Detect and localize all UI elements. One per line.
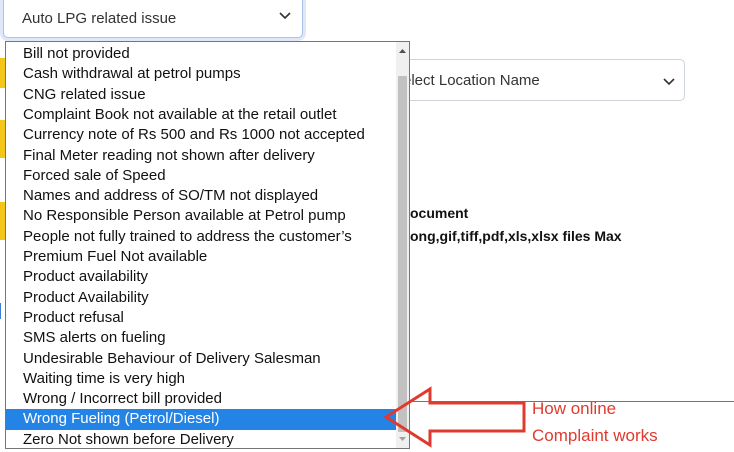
- complaint-type-value: Auto LPG related issue: [22, 10, 177, 27]
- dropdown-option[interactable]: SMS alerts on fueling: [6, 328, 396, 348]
- complaint-type-dropdown[interactable]: Bill not provided Cash withdrawal at petr…: [5, 41, 410, 449]
- annotation-line-2: Complaint works: [532, 426, 658, 445]
- dropdown-option[interactable]: CNG related issue: [6, 85, 396, 105]
- location-select-value: elect Location Name: [403, 72, 540, 89]
- complaint-form-page: Auto LPG related issue elect Location Na…: [0, 0, 734, 452]
- dropdown-option[interactable]: Product availability: [6, 267, 396, 287]
- dropdown-option[interactable]: Bill not provided: [6, 44, 396, 64]
- file-type-hint: ong,gif,tiff,pdf,xls,xlsx files Max: [410, 228, 622, 244]
- complaint-type-select[interactable]: Auto LPG related issue: [3, 0, 303, 38]
- document-label: ocument: [410, 205, 469, 221]
- left-rule: [0, 303, 1, 319]
- dropdown-option[interactable]: Complaint Book not available at the reta…: [6, 105, 396, 125]
- dropdown-option[interactable]: Undesirable Behaviour of Delivery Salesm…: [6, 349, 396, 369]
- chevron-down-icon: [279, 12, 291, 20]
- dropdown-option[interactable]: No Responsible Person available at Petro…: [6, 206, 396, 226]
- dropdown-option[interactable]: Final Meter reading not shown after deli…: [6, 146, 396, 166]
- dropdown-option[interactable]: Forced sale of Speed: [6, 166, 396, 186]
- scroll-up-icon[interactable]: [396, 44, 409, 58]
- dropdown-option[interactable]: People not fully trained to address the …: [6, 227, 396, 247]
- annotation-line-1: How online: [532, 399, 617, 418]
- chevron-down-icon: [663, 78, 675, 86]
- dropdown-option[interactable]: Product Availability: [6, 288, 396, 308]
- dropdown-option-selected[interactable]: Wrong Fueling (Petrol/Diesel): [6, 409, 396, 430]
- dropdown-option[interactable]: Waiting time is very high: [6, 369, 396, 389]
- dropdown-option[interactable]: Product refusal: [6, 308, 396, 328]
- dropdown-option[interactable]: Wrong / Incorrect bill provided: [6, 389, 396, 409]
- dropdown-option[interactable]: Premium Fuel Not available: [6, 247, 396, 267]
- dropdown-option[interactable]: Zero Not shown before Delivery: [6, 430, 396, 448]
- dropdown-option[interactable]: Names and address of SO/TM not displayed: [6, 186, 396, 206]
- location-select[interactable]: elect Location Name: [400, 59, 685, 101]
- dropdown-option[interactable]: Cash withdrawal at petrol pumps: [6, 64, 396, 84]
- scroll-thumb[interactable]: [398, 76, 407, 432]
- dropdown-option[interactable]: Currency note of Rs 500 and Rs 1000 not …: [6, 125, 396, 145]
- arrow-left-icon: [383, 386, 526, 448]
